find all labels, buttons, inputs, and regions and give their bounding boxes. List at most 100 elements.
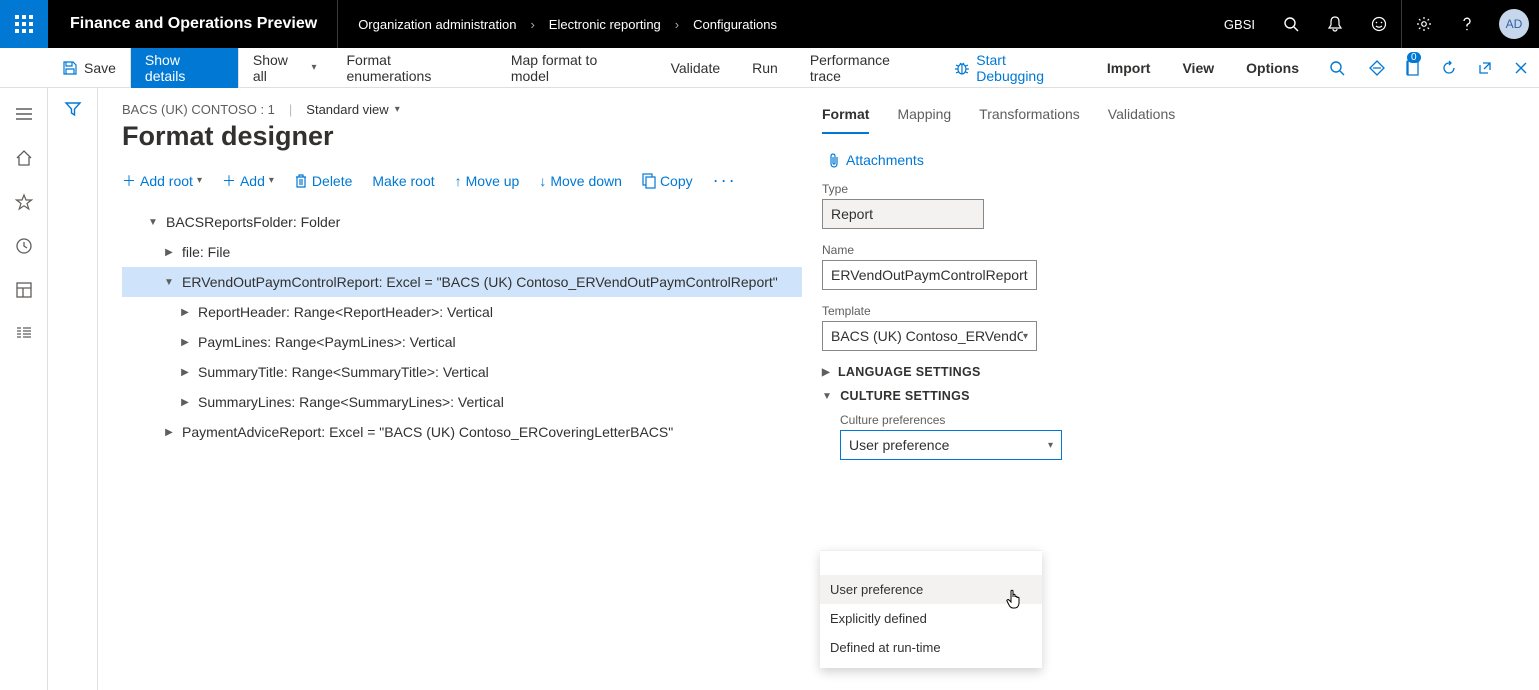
- user-avatar[interactable]: AD: [1499, 9, 1529, 39]
- type-input[interactable]: Report: [822, 199, 984, 229]
- dropdown-option[interactable]: Explicitly defined: [820, 604, 1042, 633]
- copy-button[interactable]: Copy: [642, 173, 693, 189]
- modules-button[interactable]: [0, 316, 48, 352]
- tab-transformations[interactable]: Transformations: [979, 102, 1080, 134]
- start-debugging-button[interactable]: Start Debugging: [940, 48, 1091, 88]
- template-select[interactable]: BACS (UK) Contoso_ERVendO... ▾: [822, 321, 1037, 351]
- save-button[interactable]: Save: [48, 48, 130, 88]
- tree-node[interactable]: ▶SummaryLines: Range<SummaryLines>: Vert…: [122, 387, 802, 417]
- command-bar: Save Show details Show all▾ Format enume…: [0, 48, 1539, 88]
- map-format-button[interactable]: Map format to model: [495, 48, 655, 88]
- close-icon: [1514, 61, 1528, 75]
- delete-label: Delete: [312, 173, 352, 189]
- recent-button[interactable]: [0, 228, 48, 264]
- home-button[interactable]: [0, 140, 48, 176]
- caret-right-icon: ▶: [822, 367, 830, 378]
- overflow-button[interactable]: ···: [713, 170, 737, 191]
- search-icon: [1329, 60, 1345, 76]
- nav-toggle-button[interactable]: [0, 96, 48, 132]
- page-body: BACS (UK) CONTOSO : 1 | Standard view ▾ …: [0, 88, 1539, 690]
- command-search-button[interactable]: [1315, 48, 1359, 88]
- close-button[interactable]: [1503, 48, 1539, 88]
- plus-icon: ＋: [222, 171, 236, 191]
- bell-icon: [1327, 16, 1343, 32]
- help-button[interactable]: [1445, 0, 1489, 48]
- notifications-button[interactable]: [1313, 0, 1357, 48]
- map-format-label: Map format to model: [511, 52, 639, 84]
- chevron-right-icon: ›: [530, 17, 534, 32]
- option-label: Explicitly defined: [830, 611, 927, 626]
- breadcrumb-item[interactable]: Configurations: [693, 17, 777, 32]
- delete-button[interactable]: Delete: [294, 173, 352, 189]
- tab-validations[interactable]: Validations: [1108, 102, 1175, 134]
- tree-node[interactable]: ▶ReportHeader: Range<ReportHeader>: Vert…: [122, 297, 802, 327]
- star-icon: [15, 193, 33, 211]
- cmdbar-right: 0: [1359, 48, 1539, 88]
- view-button[interactable]: View: [1166, 48, 1230, 88]
- template-label: Template: [822, 304, 1212, 318]
- dropdown-option[interactable]: User preference: [820, 575, 1042, 604]
- tree-label: ReportHeader: Range<ReportHeader>: Verti…: [198, 304, 493, 320]
- section-label: CULTURE SETTINGS: [840, 389, 970, 403]
- workspace-icon: [15, 281, 33, 299]
- move-down-button[interactable]: ↓Move down: [539, 173, 622, 189]
- tree-node[interactable]: ▶file: File: [122, 237, 802, 267]
- chevron-down-icon: ▾: [1048, 440, 1053, 451]
- attachments-link[interactable]: Attachments: [826, 152, 1212, 168]
- chevron-down-icon: ▾: [1023, 331, 1028, 342]
- tab-mapping[interactable]: Mapping: [897, 102, 951, 134]
- tree-node[interactable]: ▶PaymentAdviceReport: Excel = "BACS (UK)…: [122, 417, 802, 447]
- tree-node[interactable]: ▶SummaryTitle: Range<SummaryTitle>: Vert…: [122, 357, 802, 387]
- import-button[interactable]: Import: [1091, 48, 1167, 88]
- paperclip-icon: [826, 152, 840, 168]
- add-label: Add: [240, 173, 265, 189]
- chevron-right-icon: ›: [675, 17, 679, 32]
- run-button[interactable]: Run: [736, 48, 794, 88]
- culture-settings-header[interactable]: ▼ CULTURE SETTINGS: [822, 389, 1212, 403]
- filter-button[interactable]: [64, 100, 82, 690]
- view-selector[interactable]: Standard view ▾: [306, 102, 399, 117]
- attachments-button[interactable]: 0: [1395, 48, 1431, 88]
- language-settings-header[interactable]: ▶ LANGUAGE SETTINGS: [822, 365, 1212, 379]
- name-input[interactable]: ERVendOutPaymControlReport: [822, 260, 1037, 290]
- favorites-button[interactable]: [0, 184, 48, 220]
- culture-pref-select[interactable]: User preference ▾: [840, 430, 1062, 460]
- popout-icon: [1477, 60, 1493, 76]
- copy-label: Copy: [660, 173, 693, 189]
- popout-button[interactable]: [1467, 48, 1503, 88]
- tab-label: Format: [822, 106, 869, 122]
- performance-trace-button[interactable]: Performance trace: [794, 48, 941, 88]
- breadcrumb-item[interactable]: Organization administration: [358, 17, 516, 32]
- options-button[interactable]: Options: [1230, 48, 1315, 88]
- dropdown-option[interactable]: Defined at run-time: [820, 633, 1042, 662]
- chevron-down-icon: ▾: [311, 62, 316, 73]
- validate-button[interactable]: Validate: [655, 48, 737, 88]
- settings-button[interactable]: [1401, 0, 1445, 48]
- save-label: Save: [84, 60, 116, 76]
- breadcrumb-item[interactable]: Electronic reporting: [549, 17, 661, 32]
- related-info-button[interactable]: [1359, 48, 1395, 88]
- name-value: ERVendOutPaymControlReport: [831, 267, 1028, 283]
- tree-label: PaymLines: Range<PaymLines>: Vertical: [198, 334, 456, 350]
- workspaces-button[interactable]: [0, 272, 48, 308]
- culture-preferences-field: Culture preferences User preference ▾: [840, 413, 1212, 460]
- app-launcher-button[interactable]: [0, 0, 48, 48]
- tree-node-selected[interactable]: ▼ERVendOutPaymControlReport: Excel = "BA…: [122, 267, 802, 297]
- record-title: BACS (UK) CONTOSO : 1: [122, 102, 275, 117]
- tree-node[interactable]: ▼BACSReportsFolder: Folder: [122, 207, 802, 237]
- caret-down-icon: ▼: [822, 391, 832, 402]
- search-button[interactable]: [1269, 0, 1313, 48]
- tree-node[interactable]: ▶PaymLines: Range<PaymLines>: Vertical: [122, 327, 802, 357]
- show-details-button[interactable]: Show details: [131, 48, 238, 88]
- tab-format[interactable]: Format: [822, 102, 869, 134]
- format-enumerations-button[interactable]: Format enumerations: [331, 48, 495, 88]
- company-picker[interactable]: GBSI: [1210, 17, 1269, 32]
- make-root-button[interactable]: Make root: [372, 173, 434, 189]
- feedback-button[interactable]: [1357, 0, 1401, 48]
- show-all-button[interactable]: Show all▾: [239, 48, 331, 88]
- add-button[interactable]: ＋Add▾: [222, 171, 274, 191]
- refresh-button[interactable]: [1431, 48, 1467, 88]
- add-root-button[interactable]: ＋Add root▾: [122, 171, 202, 191]
- tree-label: ERVendOutPaymControlReport: Excel = "BAC…: [182, 274, 778, 290]
- move-up-button[interactable]: ↑Move up: [455, 173, 520, 189]
